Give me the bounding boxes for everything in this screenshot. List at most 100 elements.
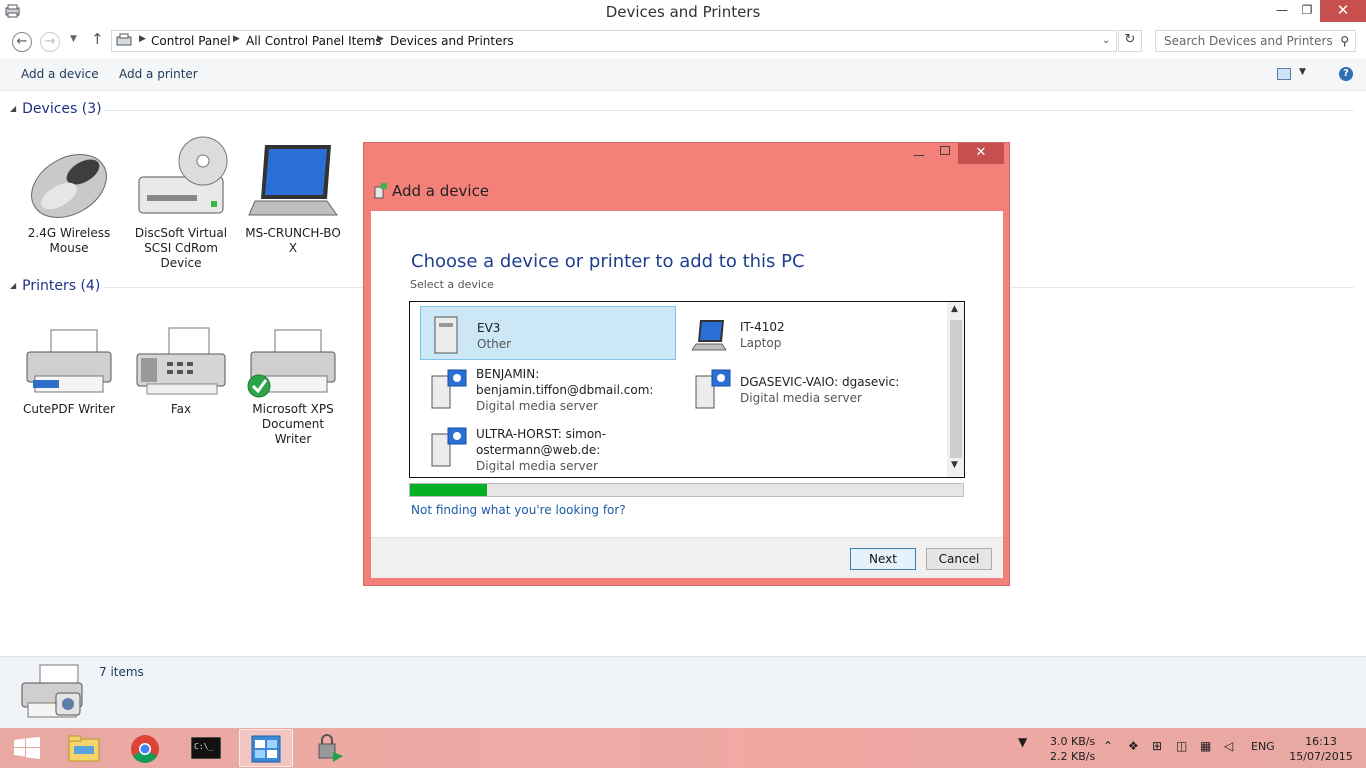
list-item-dgasevic[interactable]: DGASEVIC-VAIO: dgasevic: Digital media se… (684, 360, 940, 414)
taskbar-chrome[interactable] (118, 729, 172, 767)
list-item-benjamin[interactable]: BENJAMIN: benjamin.tiffon@dbmail.com: Digi… (420, 360, 676, 414)
lock-network-icon (318, 734, 343, 762)
change-view-icon[interactable] (1277, 68, 1291, 80)
devices-printers-icon (21, 664, 83, 718)
scroll-down-icon[interactable]: ▼ (951, 460, 958, 470)
list-item-it4102[interactable]: IT-4102 Laptop (684, 306, 940, 360)
minimize-button[interactable]: — (1269, 0, 1295, 22)
dialog-body: Choose a device or printer to add to thi… (371, 211, 1003, 537)
list-item-ev3[interactable]: EV3 Other (420, 306, 676, 360)
device-list-scrollbar[interactable]: ▲ ▼ (947, 302, 964, 477)
address-dropdown-icon[interactable]: ⌄ (1102, 35, 1110, 46)
window-title: Devices and Printers (605, 3, 761, 21)
network-speed-icon[interactable]: ▼ (1018, 735, 1027, 749)
dialog-maximize-button[interactable] (940, 146, 950, 155)
group-divider (1010, 287, 1354, 288)
volume-icon[interactable]: ◁ (1224, 739, 1233, 753)
printer-cutepdf[interactable]: CutePDF Writer (19, 326, 119, 417)
scroll-thumb[interactable] (950, 320, 962, 458)
close-button[interactable]: ✕ (1320, 0, 1366, 22)
group-divider (104, 287, 364, 288)
breadcrumb-separator-icon[interactable]: ▶ (139, 34, 146, 44)
title-bar: Devices and Printers — ❐ ✕ (0, 0, 1366, 23)
device-list[interactable]: EV3 Other IT-4102 Laptop BENJAMIN: benjamin… (409, 301, 965, 478)
add-device-icon (374, 183, 387, 199)
svg-text:C:\_: C:\_ (194, 742, 213, 751)
restore-button[interactable]: ❐ (1294, 0, 1320, 22)
search-icon[interactable]: ⚲ (1340, 34, 1349, 48)
taskbar-command-prompt[interactable]: C:\_ (179, 729, 233, 767)
device-laptop[interactable]: MS-CRUNCH-BO X (243, 141, 343, 256)
breadcrumb-separator-icon[interactable]: ▶ (233, 34, 240, 44)
progress-fill (410, 484, 488, 496)
taskbar-remote-app[interactable] (303, 729, 357, 767)
dialog-subheading: Select a device (410, 278, 494, 291)
windows-start-icon[interactable] (14, 737, 40, 759)
scroll-up-icon[interactable]: ▲ (951, 304, 958, 314)
add-printer-button[interactable]: Add a printer (119, 67, 198, 81)
generic-device-icon (434, 316, 458, 354)
address-bar[interactable]: ▶ Control Panel ▶ All Control Panel Item… (111, 30, 1117, 52)
media-server-icon (431, 427, 467, 467)
dialog-heading: Choose a device or printer to add to thi… (411, 251, 805, 272)
media-server-icon (695, 369, 731, 409)
network-icon[interactable]: ▦ (1200, 739, 1211, 753)
dialog-title: Add a device (392, 182, 490, 200)
power-icon[interactable]: ◫ (1176, 739, 1187, 753)
add-device-dialog: — ✕ Add a device Choose a device or prin… (363, 142, 1010, 586)
not-finding-link[interactable]: Not finding what you're looking for? (411, 503, 626, 517)
network-speed-readout: 3.0 KB/s 2.2 KB/s (1050, 735, 1096, 763)
printer-fax[interactable]: Fax (131, 326, 231, 417)
dialog-close-button[interactable]: ✕ (958, 143, 1004, 164)
refresh-button[interactable]: ↻ (1118, 30, 1142, 52)
breadcrumb-separator-icon[interactable]: ▶ (377, 34, 384, 44)
device-mouse[interactable]: 2.4G Wireless Mouse (19, 150, 119, 256)
list-item-ultra-horst[interactable]: ULTRA-HORST: simon-ostermann@web.de: Digi… (420, 418, 676, 473)
mouse-icon (31, 154, 107, 218)
collapse-icon[interactable]: ◢ (10, 104, 16, 113)
back-button[interactable]: ← (12, 32, 32, 52)
laptop-icon (692, 320, 726, 351)
collapse-icon[interactable]: ◢ (10, 281, 16, 290)
cdrom-icon (138, 136, 228, 214)
media-server-icon (431, 369, 467, 409)
printers-group-header[interactable]: ◢ Printers (4) (10, 278, 100, 294)
search-progress-bar (409, 483, 964, 497)
command-bar: Add a device Add a printer ▼ ? (0, 58, 1366, 91)
dialog-footer: Next Cancel (371, 537, 1003, 578)
language-indicator[interactable]: ENG (1251, 740, 1275, 753)
dialog-minimize-button[interactable]: — (913, 148, 925, 162)
control-panel-icon (251, 735, 281, 763)
help-icon[interactable]: ? (1339, 67, 1353, 81)
cancel-button[interactable]: Cancel (926, 548, 992, 570)
search-placeholder: Search Devices and Printers (1164, 34, 1333, 48)
dropbox-icon[interactable]: ❖ (1128, 739, 1139, 753)
windows-flag-icon[interactable]: ⊞ (1152, 739, 1162, 753)
taskbar: C:\_ ▼ 3.0 KB/s 2.2 KB/s ⌃ ❖ ⊞ ◫ ▦ ◁ ENG… (0, 728, 1366, 768)
control-panel-icon (116, 33, 132, 46)
devices-group-header[interactable]: ◢ Devices (3) (10, 101, 102, 117)
taskbar-file-explorer[interactable] (57, 729, 111, 767)
fax-icon (136, 327, 226, 395)
printer-default-icon (247, 329, 336, 398)
printer-icon (26, 329, 112, 393)
recent-locations-dropdown[interactable]: ▼ (70, 34, 77, 44)
printer-xps[interactable]: Microsoft XPS Document Writer (243, 326, 343, 447)
terminal-icon: C:\_ (191, 737, 221, 759)
add-device-button[interactable]: Add a device (21, 67, 99, 81)
view-dropdown-icon[interactable]: ▼ (1299, 67, 1306, 77)
clock[interactable]: 16:13 15/07/2015 (1288, 734, 1354, 764)
forward-button[interactable]: → (40, 32, 60, 52)
taskbar-control-panel[interactable] (239, 729, 293, 767)
device-cdrom[interactable]: DiscSoft Virtual SCSI CdRom Device (131, 135, 231, 271)
breadcrumb-devices-printers[interactable]: Devices and Printers (390, 34, 514, 48)
details-pane: 7 items (0, 656, 1366, 728)
breadcrumb-all-items[interactable]: All Control Panel Items (246, 34, 382, 48)
show-hidden-icons[interactable]: ⌃ (1103, 739, 1113, 753)
item-count: 7 items (99, 665, 144, 679)
breadcrumb-control-panel[interactable]: Control Panel (151, 34, 231, 48)
next-button[interactable]: Next (850, 548, 916, 570)
laptop-icon (248, 145, 338, 216)
search-input[interactable]: Search Devices and Printers ⚲ (1155, 30, 1356, 52)
up-button[interactable]: ↑ (91, 30, 104, 48)
